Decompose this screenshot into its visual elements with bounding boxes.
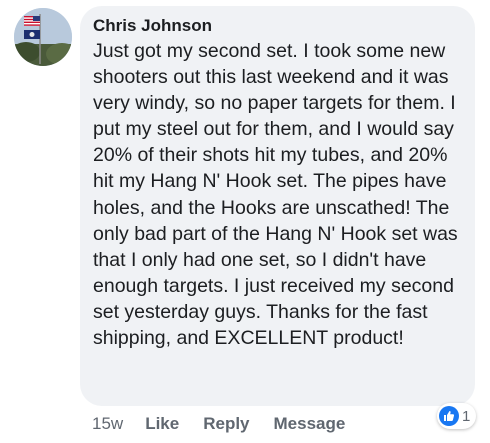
reply-button[interactable]: Reply [203,414,249,434]
comment-bubble: Chris Johnson Just got my second set. I … [80,6,475,406]
thumbs-up-icon [439,406,459,426]
comment-container: Chris Johnson Just got my second set. I … [0,0,490,443]
reaction-summary[interactable]: 1 [437,403,477,429]
reaction-count: 1 [462,407,471,425]
message-button[interactable]: Message [274,414,346,434]
comment-body: Just got my second set. I took some new … [93,40,458,350]
avatar[interactable] [14,8,72,66]
flag-photo-icon [14,8,72,66]
like-button[interactable]: Like [145,414,179,434]
comment-author[interactable]: Chris Johnson [93,16,463,36]
comment-timestamp[interactable]: 15w [92,414,123,434]
comment-actions: 15w Like Reply Message [92,411,369,437]
